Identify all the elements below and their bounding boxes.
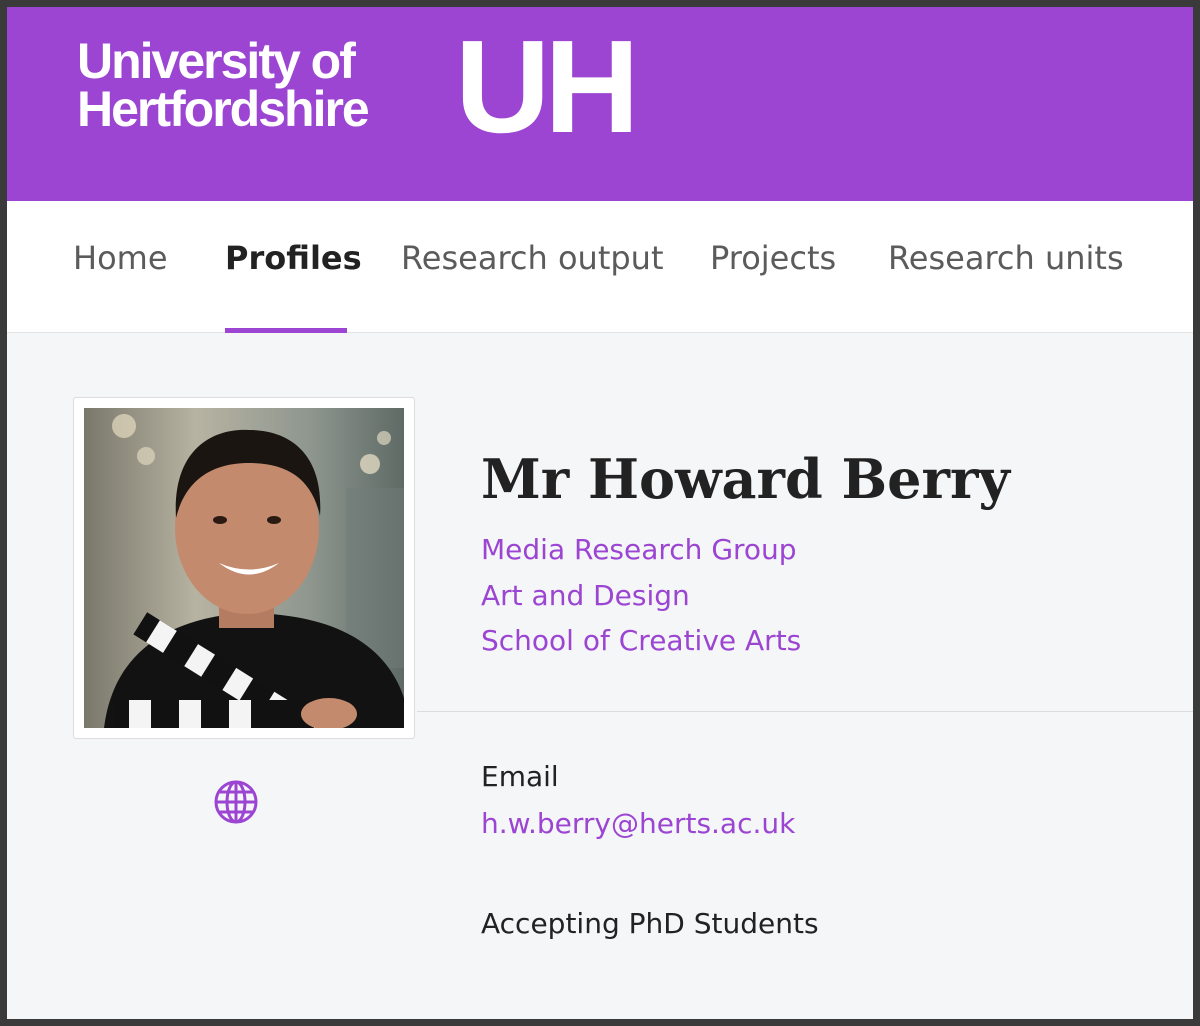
unit-link-media-research-group[interactable]: Media Research Group <box>481 533 797 566</box>
email-link[interactable]: h.w.berry@herts.ac.uk <box>481 807 795 840</box>
page-frame: University of Hertfordshire UH Home Prof… <box>7 7 1193 1019</box>
profile-photo-card <box>73 397 415 739</box>
unit-link-art-and-design[interactable]: Art and Design <box>481 579 690 612</box>
site-header: University of Hertfordshire UH <box>7 7 1193 201</box>
nav-research-output[interactable]: Research output <box>401 239 664 277</box>
phd-status: Accepting PhD Students <box>481 907 819 940</box>
uh-logo-mark[interactable]: UH <box>455 21 640 153</box>
active-tab-indicator <box>225 328 347 333</box>
globe-icon[interactable] <box>213 779 259 825</box>
profile-photo <box>84 408 404 728</box>
nav-research-units[interactable]: Research units <box>888 239 1124 277</box>
main-nav: Home Profiles Research output Projects R… <box>7 201 1193 333</box>
email-label: Email <box>481 760 559 793</box>
nav-projects[interactable]: Projects <box>710 239 836 277</box>
unit-link-school-of-creative-arts[interactable]: School of Creative Arts <box>481 624 801 657</box>
logo-line-1: University of <box>77 33 356 89</box>
nav-profiles[interactable]: Profiles <box>225 239 362 277</box>
logo-line-2: Hertfordshire <box>77 81 370 137</box>
nav-home[interactable]: Home <box>73 239 168 277</box>
profile-name: Mr Howard Berry <box>481 447 1010 511</box>
section-divider <box>417 711 1193 712</box>
university-logo-text[interactable]: University of Hertfordshire <box>77 33 370 137</box>
